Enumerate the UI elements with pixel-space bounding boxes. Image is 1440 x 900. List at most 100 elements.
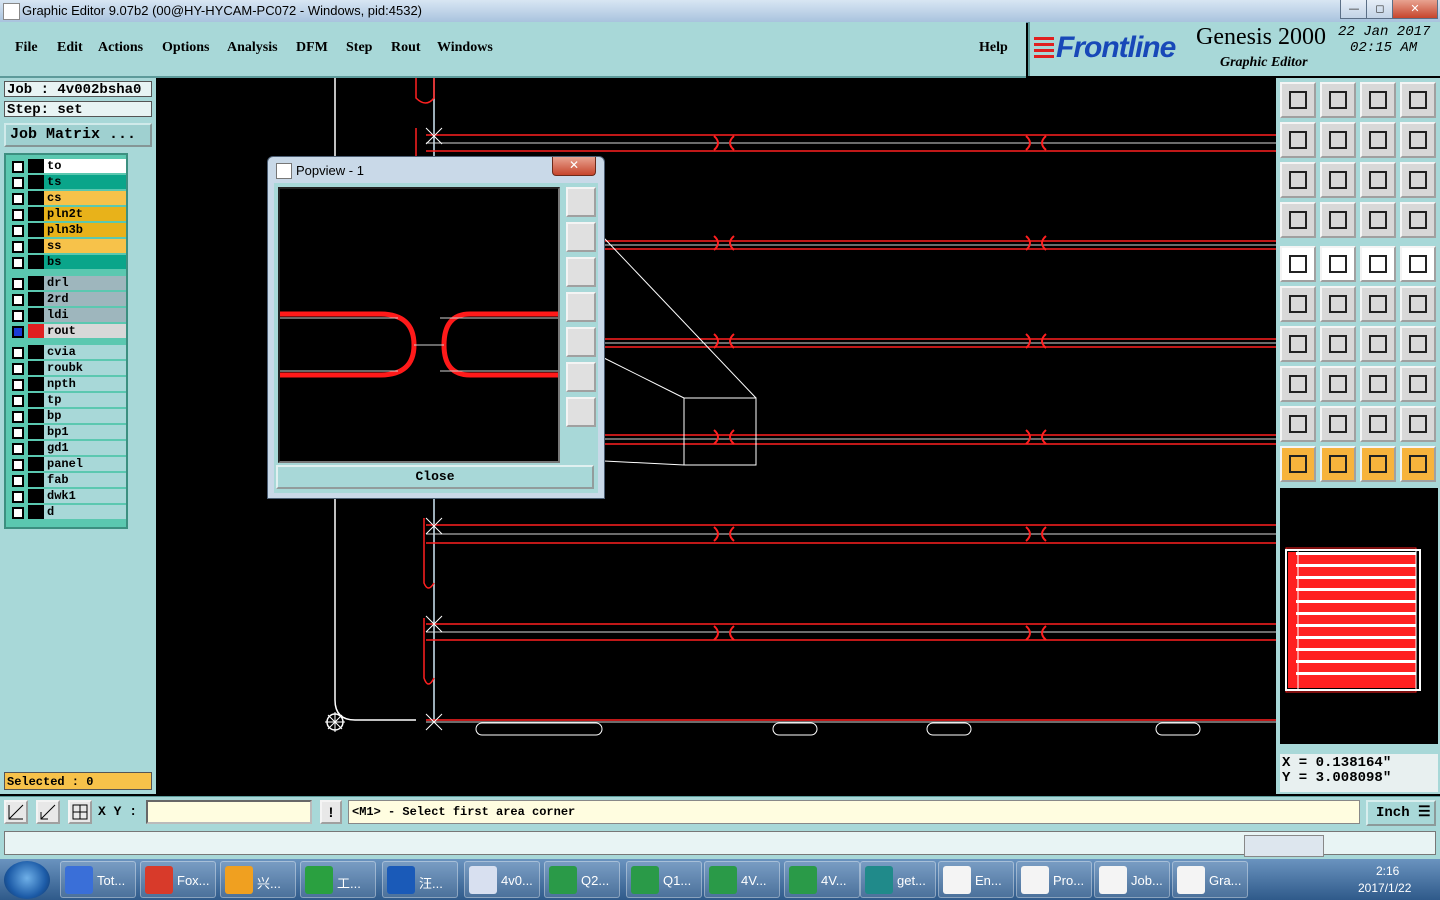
taskbar-item[interactable]: 4v0... bbox=[464, 861, 540, 898]
triangle-up-icon[interactable] bbox=[1360, 406, 1396, 442]
layer-row-cs[interactable]: cs bbox=[10, 191, 126, 205]
layer-checkbox[interactable] bbox=[12, 310, 24, 322]
layer-row-drl[interactable]: drl bbox=[10, 276, 126, 290]
snap-icon[interactable] bbox=[4, 800, 28, 824]
menu-analysis[interactable]: Analysis bbox=[227, 40, 278, 56]
window-icon[interactable] bbox=[1400, 82, 1436, 118]
maximize-button[interactable]: ◻ bbox=[1366, 0, 1394, 19]
popview-zoom-out-icon[interactable] bbox=[566, 362, 596, 392]
menu-rout[interactable]: Rout bbox=[391, 40, 421, 56]
layer-row-d[interactable]: d bbox=[10, 505, 126, 519]
alert-button[interactable]: ! bbox=[320, 800, 342, 824]
unit-selector[interactable]: Inch ☰ bbox=[1366, 800, 1436, 826]
menu-file[interactable]: File bbox=[15, 40, 38, 56]
connect-icon[interactable] bbox=[1280, 286, 1316, 322]
layer-row-rout[interactable]: rout bbox=[10, 324, 126, 338]
layer-row-ss[interactable]: ss bbox=[10, 239, 126, 253]
select-point-icon[interactable] bbox=[1280, 246, 1316, 282]
pointer-icon[interactable] bbox=[1280, 446, 1316, 482]
xy-input[interactable] bbox=[146, 800, 312, 824]
popview-pan-right-icon[interactable] bbox=[566, 327, 596, 357]
layer-row-cvia[interactable]: cvia bbox=[10, 345, 126, 359]
clock-time[interactable]: 2:16 bbox=[1376, 864, 1399, 878]
close-button[interactable]: ✕ bbox=[1392, 0, 1438, 19]
taskbar-item[interactable]: 4V... bbox=[784, 861, 860, 898]
grid-view-icon[interactable] bbox=[1320, 202, 1356, 238]
layer-checkbox[interactable] bbox=[12, 379, 24, 391]
taskbar-item[interactable]: En... bbox=[938, 861, 1014, 898]
layer-checkbox[interactable] bbox=[12, 177, 24, 189]
layer-checkbox[interactable] bbox=[12, 257, 24, 269]
angle-icon[interactable] bbox=[1280, 326, 1316, 362]
layer-row-ts[interactable]: ts bbox=[10, 175, 126, 189]
mirror-icon[interactable] bbox=[1360, 122, 1396, 158]
layer-checkbox[interactable] bbox=[12, 395, 24, 407]
ime-toolbar[interactable] bbox=[1244, 835, 1324, 857]
layer-checkbox[interactable] bbox=[12, 507, 24, 519]
layer-checkbox[interactable] bbox=[12, 475, 24, 487]
layer-row-tp[interactable]: tp bbox=[10, 393, 126, 407]
menu-actions[interactable]: Actions bbox=[98, 40, 143, 56]
layer-checkbox[interactable] bbox=[12, 491, 24, 503]
open-icon[interactable] bbox=[1280, 82, 1316, 118]
taskbar-item[interactable]: Tot... bbox=[60, 861, 136, 898]
split-icon[interactable] bbox=[1320, 366, 1356, 402]
s-route-icon[interactable] bbox=[1400, 122, 1436, 158]
layer-row-2rd[interactable]: 2rd bbox=[10, 292, 126, 306]
layer-row-panel[interactable]: panel bbox=[10, 457, 126, 471]
home-icon[interactable] bbox=[1360, 82, 1396, 118]
layer-row-ldi[interactable]: ldi bbox=[10, 308, 126, 322]
taskbar-item[interactable]: 汪... bbox=[382, 861, 458, 898]
taskbar-item[interactable]: Q1... bbox=[626, 861, 702, 898]
job-matrix-button[interactable]: Job Matrix ... bbox=[4, 123, 152, 147]
triangle-icon[interactable] bbox=[1280, 406, 1316, 442]
popview-zoom-in-icon[interactable] bbox=[566, 397, 596, 427]
zoom-center-icon[interactable] bbox=[1320, 162, 1356, 198]
overview-minimap[interactable] bbox=[1280, 488, 1438, 744]
layer-checkbox[interactable] bbox=[12, 278, 24, 290]
popview-pan-up-icon[interactable] bbox=[566, 222, 596, 252]
layer-row-dwk1[interactable]: dwk1 bbox=[10, 489, 126, 503]
layer-checkbox[interactable] bbox=[12, 347, 24, 359]
layer-checkbox[interactable] bbox=[12, 161, 24, 173]
pad-icon[interactable] bbox=[1360, 366, 1396, 402]
line-move-icon[interactable] bbox=[1400, 286, 1436, 322]
taskbar-item[interactable]: Gra... bbox=[1172, 861, 1248, 898]
route-path-icon[interactable] bbox=[1400, 446, 1436, 482]
taskbar-item[interactable]: Q2... bbox=[544, 861, 620, 898]
triangle-cut-icon[interactable] bbox=[1400, 406, 1436, 442]
layer-row-to[interactable]: to bbox=[10, 159, 126, 173]
grid-icon[interactable] bbox=[68, 800, 92, 824]
help-icon[interactable] bbox=[1400, 162, 1436, 198]
layer-row-bp1[interactable]: bp1 bbox=[10, 425, 126, 439]
pointer-circle-icon[interactable] bbox=[1360, 446, 1396, 482]
layer-checkbox[interactable] bbox=[12, 443, 24, 455]
cross-icon[interactable] bbox=[1320, 286, 1356, 322]
layer-checkbox[interactable] bbox=[12, 427, 24, 439]
layer-row-fab[interactable]: fab bbox=[10, 473, 126, 487]
taskbar-item[interactable]: Fox... bbox=[140, 861, 216, 898]
pointer-box-icon[interactable] bbox=[1320, 446, 1356, 482]
layer-row-npth[interactable]: npth bbox=[10, 377, 126, 391]
popview-close-x[interactable]: ✕ bbox=[552, 157, 596, 176]
resize-icon[interactable] bbox=[1280, 366, 1316, 402]
layers-red-icon[interactable] bbox=[1360, 202, 1396, 238]
taskbar-item[interactable]: 4V... bbox=[704, 861, 780, 898]
settings-icon[interactable] bbox=[1280, 202, 1316, 238]
layer-checkbox[interactable] bbox=[12, 326, 24, 338]
menu-help[interactable]: Help bbox=[979, 40, 1008, 56]
layer-row-gd1[interactable]: gd1 bbox=[10, 441, 126, 455]
layer-checkbox[interactable] bbox=[12, 225, 24, 237]
scale-1-2-icon[interactable] bbox=[1360, 162, 1396, 198]
layer-checkbox[interactable] bbox=[12, 209, 24, 221]
rect-select-icon[interactable] bbox=[1320, 246, 1356, 282]
layer-row-pln3b[interactable]: pln3b bbox=[10, 223, 126, 237]
layer-checkbox[interactable] bbox=[12, 459, 24, 471]
popview-zoom-view[interactable] bbox=[278, 187, 560, 463]
measure-icon[interactable] bbox=[36, 800, 60, 824]
line-drag-icon[interactable] bbox=[1360, 286, 1396, 322]
flip-icon[interactable] bbox=[1400, 326, 1436, 362]
layer-row-bp[interactable]: bp bbox=[10, 409, 126, 423]
popview-close-button[interactable]: Close bbox=[276, 465, 594, 489]
layer-checkbox[interactable] bbox=[12, 411, 24, 423]
